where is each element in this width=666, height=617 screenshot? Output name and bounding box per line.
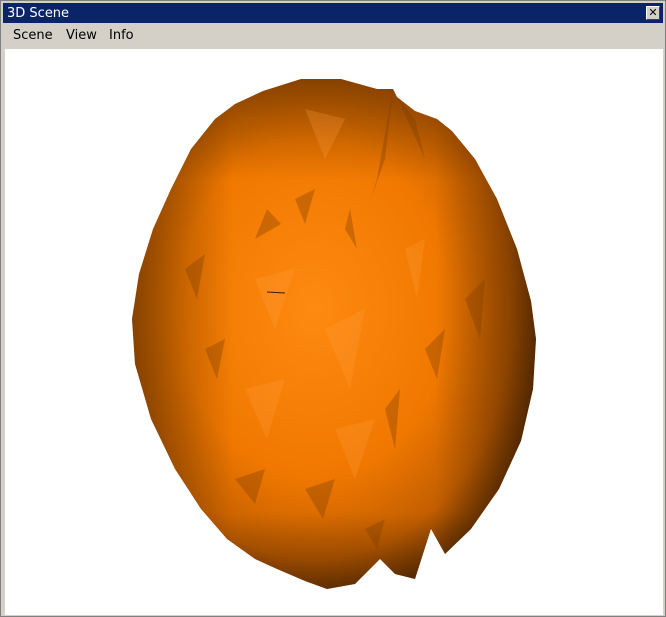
menu-bar: Scene View Info	[3, 23, 663, 47]
menu-view[interactable]: View	[66, 28, 97, 44]
title-bar[interactable]: 3D Scene ✕	[3, 3, 663, 23]
window-title: 3D Scene	[7, 6, 70, 21]
ellipsoid-model	[132, 79, 536, 589]
menu-scene[interactable]: Scene	[13, 28, 53, 44]
menu-info[interactable]: Info	[109, 28, 134, 44]
3d-viewport[interactable]	[5, 49, 663, 615]
close-button[interactable]: ✕	[646, 6, 660, 20]
app-window: 3D Scene ✕ Scene View Info	[0, 0, 666, 617]
close-icon: ✕	[648, 6, 658, 19]
scene-canvas[interactable]	[5, 49, 663, 615]
